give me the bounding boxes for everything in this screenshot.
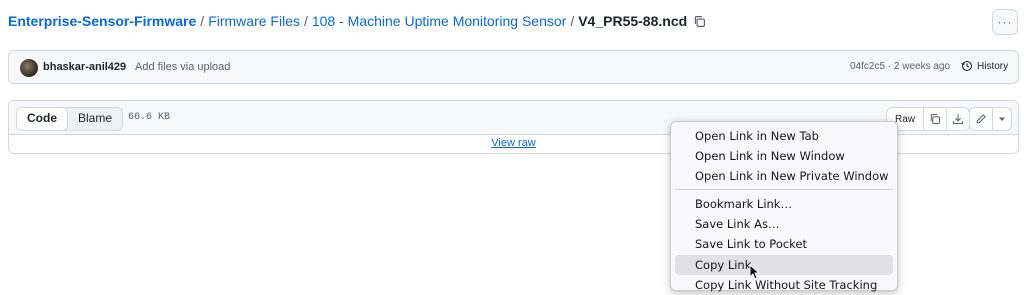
context-menu: Open Link in New Tab Open Link in New Wi… xyxy=(670,121,898,292)
menu-item-copy-link-no-tracking[interactable]: Copy Link Without Site Tracking xyxy=(675,275,893,295)
menu-item-copy-link[interactable]: Copy Link xyxy=(675,255,893,275)
menu-item-bookmark-link[interactable]: Bookmark Link… xyxy=(675,194,893,214)
breadcrumb-separator: / xyxy=(570,13,575,29)
copy-icon[interactable] xyxy=(693,15,706,28)
menu-item-open-new-window[interactable]: Open Link in New Window xyxy=(675,146,893,166)
cursor-icon xyxy=(749,264,761,280)
avatar[interactable] xyxy=(20,59,38,77)
download-button[interactable] xyxy=(946,108,969,130)
copy-raw-button[interactable] xyxy=(923,108,946,130)
edit-button[interactable] xyxy=(970,108,992,130)
history-icon xyxy=(961,60,973,72)
menu-item-open-new-tab[interactable]: Open Link in New Tab xyxy=(675,126,893,146)
breadcrumb-separator: / xyxy=(200,13,205,29)
menu-separator xyxy=(675,189,893,190)
breadcrumb-file-name: V4_PR55-88.ncd xyxy=(578,13,688,29)
history-button[interactable]: History xyxy=(961,60,1008,72)
file-size: 66.6 KB xyxy=(128,112,171,123)
triangle-down-icon xyxy=(999,117,1005,121)
tab-code[interactable]: Code xyxy=(17,108,68,130)
tab-blame[interactable]: Blame xyxy=(68,108,122,130)
pencil-icon xyxy=(976,114,986,124)
breadcrumb-folder-sensor[interactable]: 108 - Machine Uptime Monitoring Sensor xyxy=(312,13,566,29)
edit-actions xyxy=(969,107,1012,131)
latest-commit-bar: bhaskar-anil429 Add files via upload 04f… xyxy=(8,50,1019,84)
commit-meta[interactable]: 04fc2c5 · 2 weeks ago xyxy=(850,61,950,72)
breadcrumb: Enterprise-Sensor-Firmware / Firmware Fi… xyxy=(8,13,706,29)
breadcrumb-folder-firmware-files[interactable]: Firmware Files xyxy=(208,13,300,29)
breadcrumb-repo-link[interactable]: Enterprise-Sensor-Firmware xyxy=(8,13,196,29)
raw-actions: Raw xyxy=(886,107,971,131)
commit-author[interactable]: bhaskar-anil429 xyxy=(43,61,126,73)
history-label: History xyxy=(977,60,1009,72)
download-icon xyxy=(952,114,964,125)
commit-message[interactable]: Add files via upload xyxy=(135,61,230,73)
edit-dropdown-button[interactable] xyxy=(992,108,1011,130)
menu-item-save-link-as[interactable]: Save Link As… xyxy=(675,214,893,234)
copy-icon xyxy=(930,113,941,125)
view-toggle: Code Blame xyxy=(16,107,124,131)
menu-item-save-to-pocket[interactable]: Save Link to Pocket xyxy=(675,234,893,254)
more-options-button[interactable]: ··· xyxy=(992,9,1018,35)
menu-item-open-private-window[interactable]: Open Link in New Private Window xyxy=(675,166,893,186)
breadcrumb-separator: / xyxy=(303,13,308,29)
